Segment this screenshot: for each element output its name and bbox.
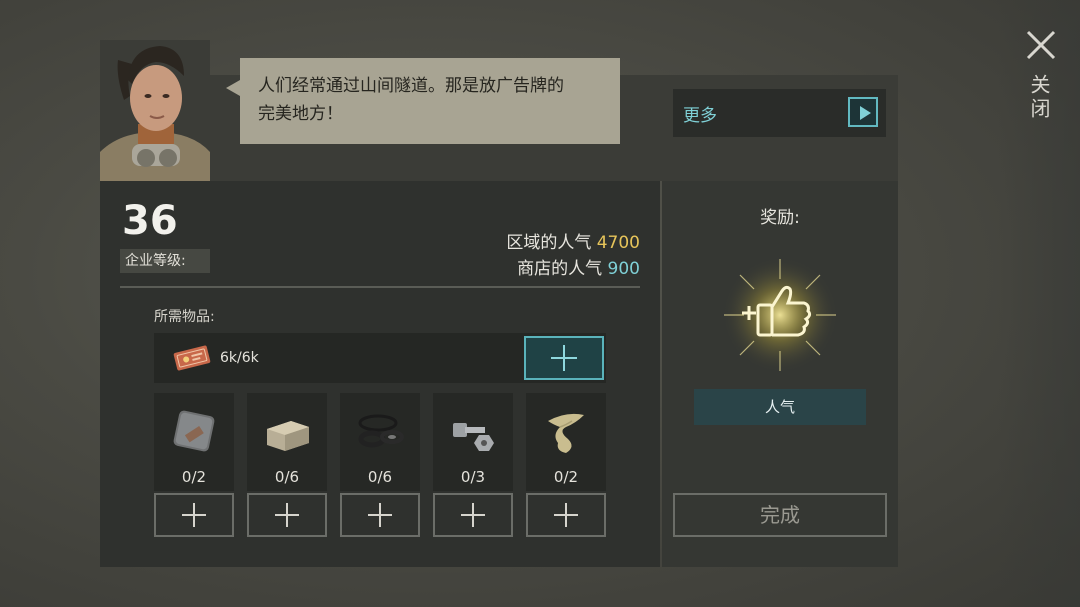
area-popularity-value: 4700	[596, 233, 640, 253]
coupon-count: 6k/6k	[220, 350, 259, 366]
divider	[120, 286, 640, 288]
metal-plate-icon	[173, 410, 215, 452]
area-popularity-label: 区域的人气	[506, 233, 592, 253]
material-slot[interactable]: 0/2	[154, 393, 234, 491]
stone-block-icon	[267, 421, 309, 451]
more-label: 更多	[683, 106, 717, 126]
add-coupon-button[interactable]	[524, 336, 604, 380]
more-button[interactable]: 更多	[673, 89, 886, 137]
close-icon[interactable]	[1024, 28, 1058, 62]
reward-title: 奖励:	[760, 208, 800, 228]
shop-popularity-label: 商店的人气	[517, 259, 603, 279]
add-material-button[interactable]	[247, 493, 327, 537]
shop-popularity: 商店的人气 900	[517, 254, 640, 279]
material-count: 0/6	[274, 468, 300, 486]
shop-popularity-value: 900	[607, 259, 640, 279]
required-items-label: 所需物品:	[154, 309, 215, 325]
npc-portrait	[100, 40, 210, 181]
reward-type-badge: 人气	[694, 389, 866, 425]
add-material-button[interactable]	[154, 493, 234, 537]
complete-button[interactable]: 完成	[673, 493, 887, 537]
rubber-rings-icon	[358, 414, 404, 448]
area-popularity: 区域的人气 4700	[506, 228, 640, 253]
material-count: 0/6	[367, 468, 393, 486]
bolt-nut-icon	[453, 423, 494, 451]
dialog-text-line1: 人们经常通过山间隧道。那是放广告牌的	[258, 76, 564, 96]
dialog-text-line2: 完美地方！	[258, 104, 343, 124]
coupon-requirement-row: 6k/6k	[154, 333, 606, 383]
fabric-strip-icon	[548, 413, 584, 453]
material-count: 0/3	[460, 468, 486, 486]
coupon-icon	[172, 343, 212, 373]
material-slot[interactable]: 0/2	[526, 393, 606, 491]
company-level-value: 36	[122, 198, 178, 244]
material-slot[interactable]: 0/3	[433, 393, 513, 491]
thumbs-up-plus-icon	[720, 255, 840, 375]
material-count: 0/2	[553, 468, 579, 486]
material-count: 0/2	[181, 468, 207, 486]
add-material-button[interactable]	[526, 493, 606, 537]
add-material-button[interactable]	[433, 493, 513, 537]
dialog-bubble: 人们经常通过山间隧道。那是放广告牌的 完美地方！	[226, 58, 620, 144]
add-material-button[interactable]	[340, 493, 420, 537]
material-slot[interactable]: 0/6	[340, 393, 420, 491]
material-slot[interactable]: 0/6	[247, 393, 327, 491]
play-icon[interactable]	[848, 97, 878, 127]
close-label[interactable]: 关闭	[1027, 74, 1054, 122]
company-level-label: 企业等级:	[120, 249, 210, 273]
